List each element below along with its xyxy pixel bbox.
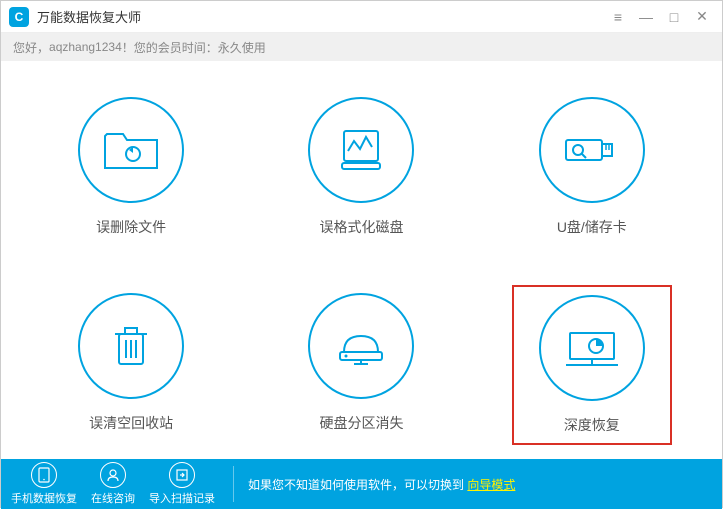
main-content: 误删除文件 误格式化磁盘 [1, 61, 722, 459]
membership-text: ！您的会员时间：永久使用 [122, 39, 266, 56]
footer-tip-text: 如果您不知道如何使用软件，可以切换到 [248, 478, 467, 492]
deep-scan-icon [539, 295, 645, 401]
username-text: aqzhang1234 [49, 40, 122, 54]
wizard-mode-link[interactable]: 向导模式 [467, 478, 515, 492]
footer-btn-label: 导入扫描记录 [149, 490, 215, 506]
footer-btn-label: 在线咨询 [91, 490, 135, 506]
footer-btn-label: 手机数据恢复 [11, 490, 77, 506]
option-label: U盘/储存卡 [557, 217, 627, 237]
option-deep-recovery[interactable]: 深度恢复 [512, 285, 672, 445]
partition-icon [308, 293, 414, 399]
menu-icon[interactable]: ≡ [606, 5, 630, 29]
app-logo: C [9, 7, 29, 27]
maximize-icon[interactable]: □ [662, 5, 686, 29]
recycle-bin-icon [78, 293, 184, 399]
option-recycle-bin[interactable]: 误清空回收站 [51, 285, 211, 445]
disk-format-icon [308, 97, 414, 203]
window-controls: ≡ — □ ✕ [606, 5, 714, 29]
option-usb-card[interactable]: U盘/储存卡 [512, 89, 672, 245]
option-label: 误格式化磁盘 [319, 217, 403, 237]
user-info-bar: 您好， aqzhang1234 ！您的会员时间：永久使用 [1, 33, 722, 61]
recovery-options-grid: 误删除文件 误格式化磁盘 [51, 89, 672, 445]
import-icon [169, 462, 195, 488]
option-label: 误删除文件 [96, 217, 166, 237]
footer-online-consult[interactable]: 在线咨询 [91, 462, 135, 506]
option-formatted-disk[interactable]: 误格式化磁盘 [281, 89, 441, 245]
close-icon[interactable]: ✕ [690, 5, 714, 29]
titlebar: C 万能数据恢复大师 ≡ — □ ✕ [1, 1, 722, 33]
footer-import-scan[interactable]: 导入扫描记录 [149, 462, 215, 506]
app-title: 万能数据恢复大师 [37, 7, 606, 26]
phone-icon [31, 462, 57, 488]
user-icon [100, 462, 126, 488]
option-label: 误清空回收站 [89, 413, 173, 433]
usb-card-icon [539, 97, 645, 203]
footer-phone-recovery[interactable]: 手机数据恢复 [11, 462, 77, 506]
option-deleted-files[interactable]: 误删除文件 [51, 89, 211, 245]
footer-divider [233, 466, 234, 502]
minimize-icon[interactable]: — [634, 5, 658, 29]
greeting-text: 您好， [13, 39, 49, 56]
option-label: 深度恢复 [564, 415, 620, 435]
option-partition-lost[interactable]: 硬盘分区消失 [281, 285, 441, 445]
option-label: 硬盘分区消失 [319, 413, 403, 433]
footer-tip: 如果您不知道如何使用软件，可以切换到 向导模式 [248, 476, 515, 493]
footer-bar: 手机数据恢复 在线咨询 导入扫描记录 如果您不知道如何使用软件，可以切换到 向导… [1, 459, 722, 509]
folder-refresh-icon [78, 97, 184, 203]
